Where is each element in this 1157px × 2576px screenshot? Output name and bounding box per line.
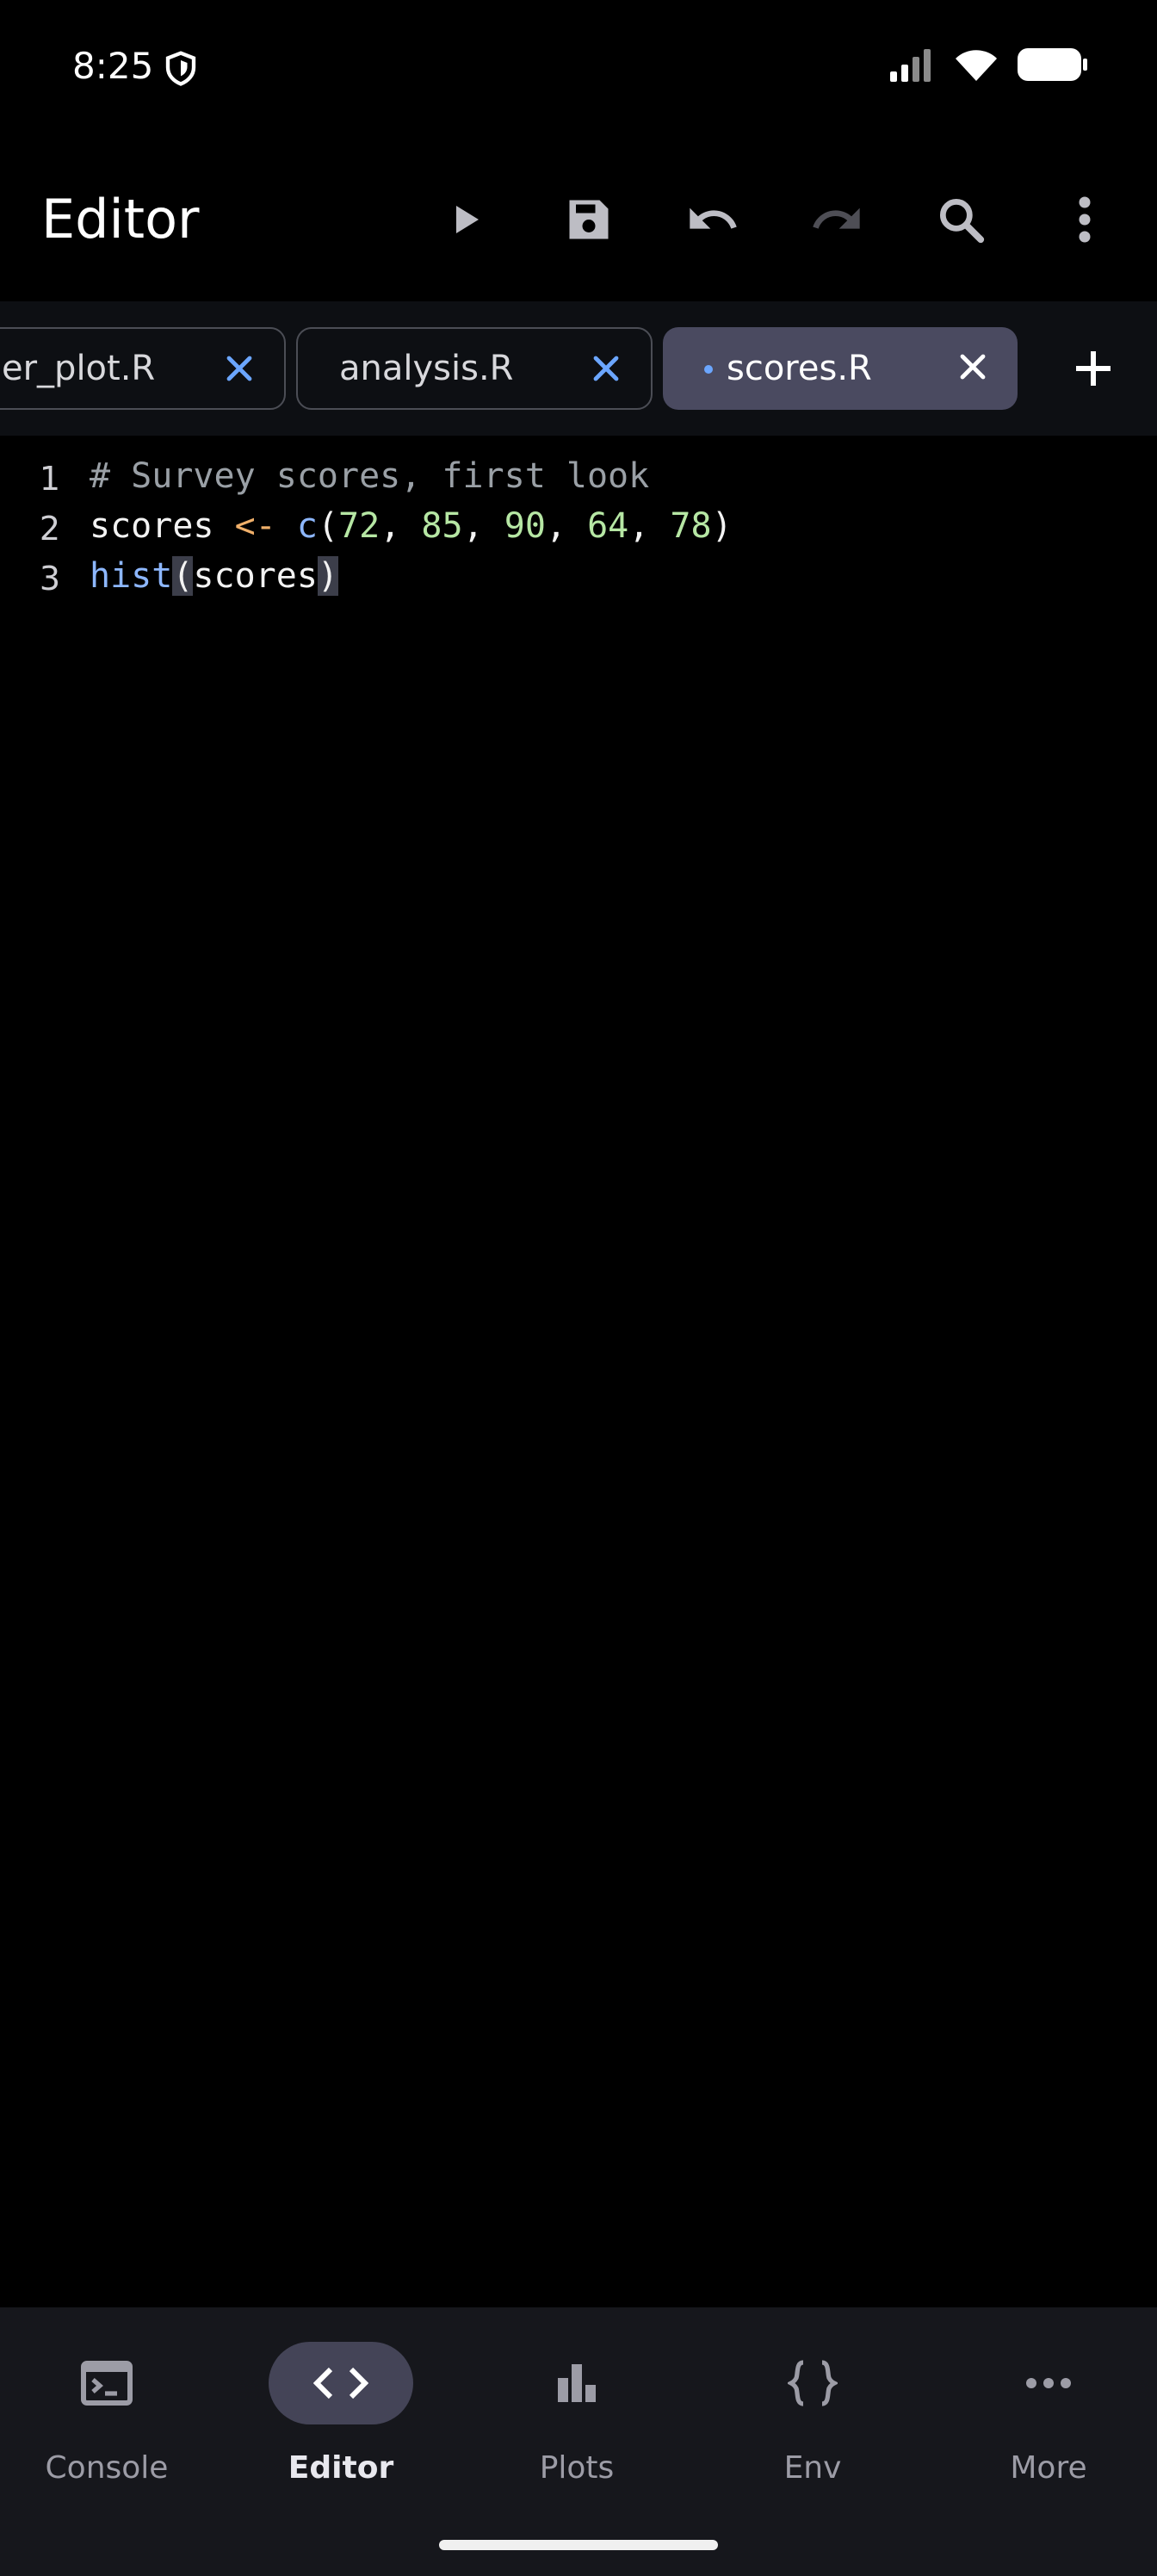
tab-label: analysis.R — [339, 349, 514, 388]
app-bar: Editor — [0, 164, 1157, 276]
undo-button[interactable] — [651, 172, 775, 267]
nav-plots[interactable]: Plots — [465, 2342, 689, 2514]
code-line[interactable]: 1 # Survey scores, first look — [0, 448, 1157, 498]
search-icon — [939, 198, 985, 244]
battery-icon — [1018, 48, 1087, 81]
code-function: c — [296, 506, 318, 546]
nav-label: Editor — [288, 2450, 394, 2486]
bottom-navigation: Console Editor Plots Env More — [0, 2307, 1157, 2576]
code-number: 78 — [670, 506, 712, 546]
code-comment: # Survey scores, first look — [90, 456, 650, 496]
code-argument: scores — [193, 556, 318, 596]
status-time: 8:25 — [72, 45, 154, 87]
tab-scores[interactable]: scores.R — [663, 327, 1018, 410]
page-title: Editor — [41, 188, 200, 251]
code-line[interactable]: 2 scores <- c(72, 85, 90, 64, 78) — [0, 498, 1157, 548]
tab-label: er_plot.R — [2, 349, 156, 388]
code-editor[interactable]: 1 # Survey scores, first look 2 scores <… — [0, 448, 1157, 2307]
more-horiz-icon — [1026, 2378, 1071, 2388]
signal-icon — [890, 49, 931, 82]
search-button[interactable] — [899, 172, 1023, 267]
tab-er-plot[interactable]: er_plot.R — [0, 327, 286, 410]
console-icon — [81, 2361, 133, 2406]
status-bar: 8:25 — [0, 0, 1157, 138]
nav-more[interactable]: More — [937, 2342, 1157, 2514]
nav-editor[interactable]: Editor — [229, 2342, 453, 2514]
add-tab-button[interactable] — [1052, 344, 1135, 393]
shield-icon — [165, 51, 196, 86]
code-number: 72 — [338, 506, 381, 546]
play-icon — [456, 206, 479, 233]
save-button[interactable] — [527, 172, 651, 267]
plus-icon — [1076, 351, 1111, 386]
line-number: 2 — [39, 510, 60, 548]
code-function: hist — [90, 556, 173, 596]
nav-label: Env — [783, 2450, 842, 2486]
nav-label: Plots — [539, 2450, 615, 2486]
modified-dot-icon — [704, 365, 713, 374]
code-line[interactable]: 3 hist(scores) — [0, 548, 1157, 598]
code-number: 85 — [421, 506, 463, 546]
code-icon — [313, 2367, 368, 2400]
file-tabs: er_plot.R analysis.R scores.R — [0, 301, 1157, 436]
line-number: 3 — [39, 560, 60, 598]
matched-bracket: ( — [172, 556, 194, 596]
redo-icon — [813, 207, 860, 229]
redo-button[interactable] — [775, 172, 899, 267]
home-indicator[interactable] — [439, 2540, 718, 2550]
close-icon[interactable] — [589, 351, 623, 386]
code-number: 90 — [504, 506, 546, 546]
close-icon[interactable] — [956, 350, 990, 384]
tab-analysis[interactable]: analysis.R — [296, 327, 653, 410]
nav-env[interactable]: Env — [701, 2342, 925, 2514]
nav-label: Console — [45, 2450, 169, 2486]
more-options-button[interactable] — [1023, 172, 1147, 267]
braces-icon — [788, 2360, 838, 2406]
nav-label: More — [1010, 2450, 1087, 2486]
matched-bracket: ) — [317, 556, 339, 596]
run-button[interactable] — [403, 172, 527, 267]
save-icon — [569, 200, 609, 239]
tab-label: scores.R — [727, 349, 872, 388]
line-number: 1 — [39, 460, 60, 498]
code-number: 64 — [587, 506, 629, 546]
wifi-icon — [956, 50, 997, 81]
nav-console[interactable]: Console — [0, 2342, 219, 2514]
close-icon[interactable] — [222, 351, 257, 386]
more-vert-icon — [1079, 196, 1091, 243]
undo-icon — [690, 207, 737, 229]
code-operator: <- — [234, 506, 276, 546]
code-variable: scores — [90, 506, 214, 546]
bar-chart-icon — [558, 2364, 596, 2402]
